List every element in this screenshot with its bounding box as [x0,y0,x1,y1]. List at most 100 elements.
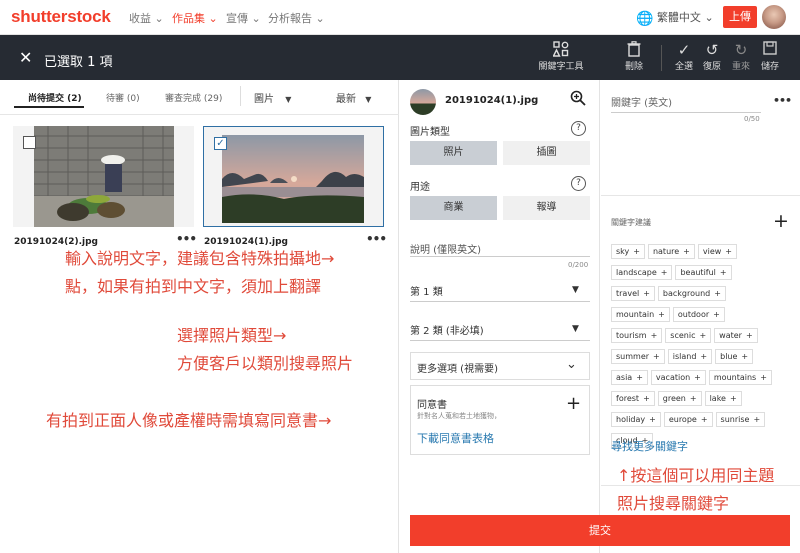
find-more-keywords-link[interactable]: 尋找更多關鍵字 [611,438,688,454]
asset-checkbox-2[interactable]: ✓ [214,137,227,150]
tab-reviewed[interactable]: 審查完成 (29) [165,91,222,104]
asset-thumbnail-1[interactable] [13,126,194,227]
chevron-down-icon: ⌄ [154,12,164,25]
tab-to-submit[interactable]: 尚待提交 (2) [28,91,82,104]
asset-list-panel: 尚待提交 (2) 待審 (0) 審查完成 (29) 圖片 ▼ 最新 ▼ ✓ 20… [0,80,399,553]
keyword-suggestions: sky + nature + view + landscape + beautiful + trav… [611,244,781,454]
tab-pending[interactable]: 待審 (0) [106,91,140,104]
keyword-chip[interactable]: outdoor + [672,307,725,322]
undo-icon: ↺ [705,41,719,59]
add-icon: + [725,247,732,256]
grid-shapes-icon [537,41,585,59]
add-icon: + [643,289,650,298]
add-keyword-icon[interactable]: + [773,210,789,232]
add-icon: + [660,268,668,277]
keyword-chip[interactable]: lake + [704,391,742,406]
add-icon: + [700,415,708,424]
avatar[interactable] [762,5,786,29]
submit-button[interactable]: 提交 [410,515,790,546]
keyword-input[interactable]: 關鍵字 (英文) [611,94,672,109]
asset-checkbox-1[interactable] [23,136,36,149]
release-title: 同意書 [417,400,447,411]
keyword-chip[interactable]: forest + [611,391,655,406]
keyword-chip[interactable]: mountain + [611,307,670,322]
image-type-photo[interactable]: 照片 [410,141,497,165]
keyword-chip[interactable]: sky + [611,244,645,259]
shutterstock-logo[interactable]: shutterstock [11,7,111,27]
add-icon: + [649,415,656,424]
keyword-chip[interactable]: water + [714,328,758,343]
category-1-select[interactable]: 第 1 類 [410,283,443,298]
chevron-down-icon: ⌄ [208,12,218,25]
usage-commercial[interactable]: 商業 [410,196,497,220]
language-selector[interactable]: 🌐 繁體中文 ⌄ [636,9,714,27]
more-options-icon[interactable]: ••• [773,94,792,107]
nav-earnings[interactable]: 收益 ⌄ [129,10,164,26]
description-underline [410,256,590,257]
keyword-chip[interactable]: travel + [611,286,655,301]
media-type-filter[interactable]: 圖片 ▼ [254,90,291,105]
keyword-chip[interactable]: nature + [647,244,695,259]
keyword-chip[interactable]: tourism + [611,328,663,343]
keyword-chip[interactable]: summer + [611,349,665,364]
help-icon[interactable]: ? [571,176,586,191]
annotation-release: 有拍到正面人像或產權時需填寫同意書→ [46,411,332,430]
keyword-chip[interactable]: asia + [611,370,648,385]
more-options-icon[interactable]: ••• [176,232,197,246]
keyword-chip[interactable]: green + [657,391,702,406]
save-button[interactable]: 儲存 [758,41,782,72]
keyword-chip[interactable]: background + [657,286,726,301]
keyword-tool-button[interactable]: 關鍵字工具 [537,41,585,72]
keyword-chip[interactable]: island + [667,349,713,364]
more-options-icon[interactable]: ••• [366,232,387,246]
keyword-chip[interactable]: beautiful + [675,265,732,280]
keyword-chip[interactable]: blue + [715,349,754,364]
usage-editorial[interactable]: 報導 [503,196,590,220]
add-icon: + [658,310,665,319]
undo-button[interactable]: ↺ 復原 [700,41,724,72]
add-release-icon[interactable]: + [566,393,581,414]
download-release-link[interactable]: 下載同意書表格 [417,430,494,446]
annotation-keywords-1: ↑按這個可以用同主題 [617,466,775,485]
market-vendor-photo [34,126,174,227]
keyword-chip[interactable]: vacation + [650,370,706,385]
upload-button[interactable]: 上傳 [723,6,757,28]
caret-down-icon: ▼ [285,95,292,104]
filter-divider [240,86,241,106]
redo-icon: ↻ [734,41,748,59]
select-all-button[interactable]: ✓ 全選 [672,41,696,72]
annotation-type-1: 選擇照片類型→ [177,326,287,345]
image-type-illustration[interactable]: 插圖 [503,141,590,165]
redo-button[interactable]: ↻ 重來 [729,41,753,72]
chevron-down-icon: ⌄ [704,11,714,24]
caret-down-icon: ▼ [365,95,372,104]
zoom-icon[interactable] [570,90,586,110]
keyword-chip[interactable]: holiday + [611,412,661,427]
nav-insights[interactable]: 分析報告 ⌄ [268,10,325,26]
nav-portfolio[interactable]: 作品集 ⌄ [172,10,218,26]
keyword-chip[interactable]: view + [697,244,737,259]
keyword-chip[interactable]: landscape + [611,265,673,280]
help-icon[interactable]: ? [571,121,586,136]
annotation-description-1: 輸入說明文字，建議包含特殊拍攝地→ [65,249,335,268]
chevron-down-icon: ⌄ [566,357,577,372]
close-icon[interactable]: ✕ [19,48,32,67]
nav-promote[interactable]: 宣傳 ⌄ [226,10,261,26]
delete-button[interactable]: 刪除 [622,41,646,72]
selected-asset-avatar [410,89,436,115]
keyword-chip[interactable]: sunrise + [715,412,766,427]
check-icon: ✓ [216,138,225,149]
asset-thumbnail-2[interactable]: ✓ [203,126,384,227]
add-icon: + [729,394,737,403]
keyword-chip[interactable]: mountains + [708,370,772,385]
keyword-chip[interactable]: scenic + [665,328,712,343]
trash-icon [622,41,646,59]
category-2-select[interactable]: 第 2 類 (非必填) [410,322,484,337]
sort-filter[interactable]: 最新 ▼ [336,90,371,105]
chevron-down-icon: ⌄ [315,12,325,25]
description-field[interactable]: 說明 (僅限英文) [410,241,481,256]
add-icon: + [753,415,761,424]
add-icon: + [636,373,643,382]
keyword-chip[interactable]: europe + [663,412,713,427]
more-options-dropdown[interactable]: 更多選項 (視需要) ⌄ [410,352,590,380]
